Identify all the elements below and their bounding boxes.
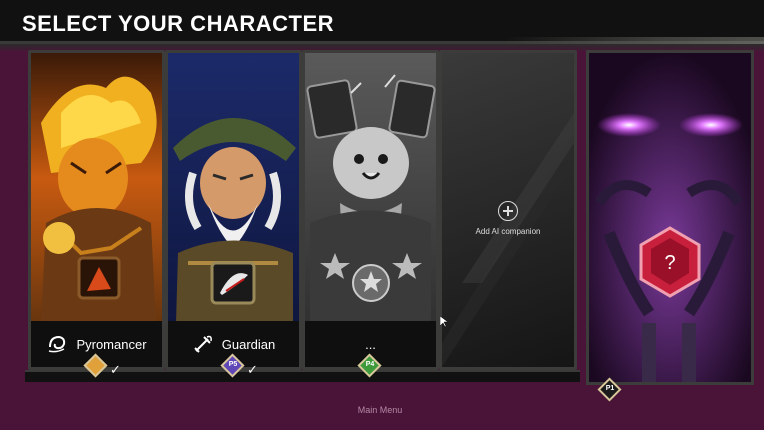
player-one-slot[interactable]: ? (586, 50, 754, 385)
swirl-icon (49, 335, 66, 353)
page-title: SELECT YOUR CHARACTER (22, 11, 335, 36)
badge-diamond (83, 353, 108, 378)
plus-icon (498, 201, 518, 221)
sword-icon (194, 335, 212, 353)
selected-check-icon: ✓ (110, 362, 121, 377)
character-name: Guardian (221, 336, 276, 352)
title-bar: SELECT YOUR CHARACTER (0, 0, 764, 47)
character-name: ... (365, 336, 376, 352)
glowing-eye-left (597, 113, 661, 137)
character-name: Pyromancer (76, 336, 147, 352)
mystery-character-art: ? (589, 53, 751, 382)
add-ai-companion-label: Add AI companion (475, 227, 541, 236)
pyromancer-portrait (31, 53, 162, 367)
player-badge: P4 (357, 353, 382, 378)
character-card-pyromancer[interactable]: Pyromancer (28, 50, 165, 370)
cards-footer-bar (25, 370, 580, 382)
glowing-eye-right (679, 113, 743, 137)
question-mark-icon: ? (664, 252, 675, 274)
player-badge (83, 353, 108, 378)
main-menu-button[interactable]: Main Menu (330, 405, 430, 415)
character-card-unknown[interactable]: ... (302, 50, 439, 370)
add-ai-companion-button[interactable]: Add AI companion (442, 201, 574, 236)
mouse-cursor-icon (440, 316, 448, 328)
character-card-guardian[interactable]: Guardian (165, 50, 302, 370)
add-ai-companion-slot[interactable]: Add AI companion (439, 50, 577, 370)
unknown-character-portrait (305, 53, 436, 367)
selected-check-icon: ✓ (247, 362, 258, 377)
player-badge: P5 (220, 353, 245, 378)
guardian-portrait (168, 53, 299, 367)
player-one-badge: P1 (597, 377, 622, 402)
